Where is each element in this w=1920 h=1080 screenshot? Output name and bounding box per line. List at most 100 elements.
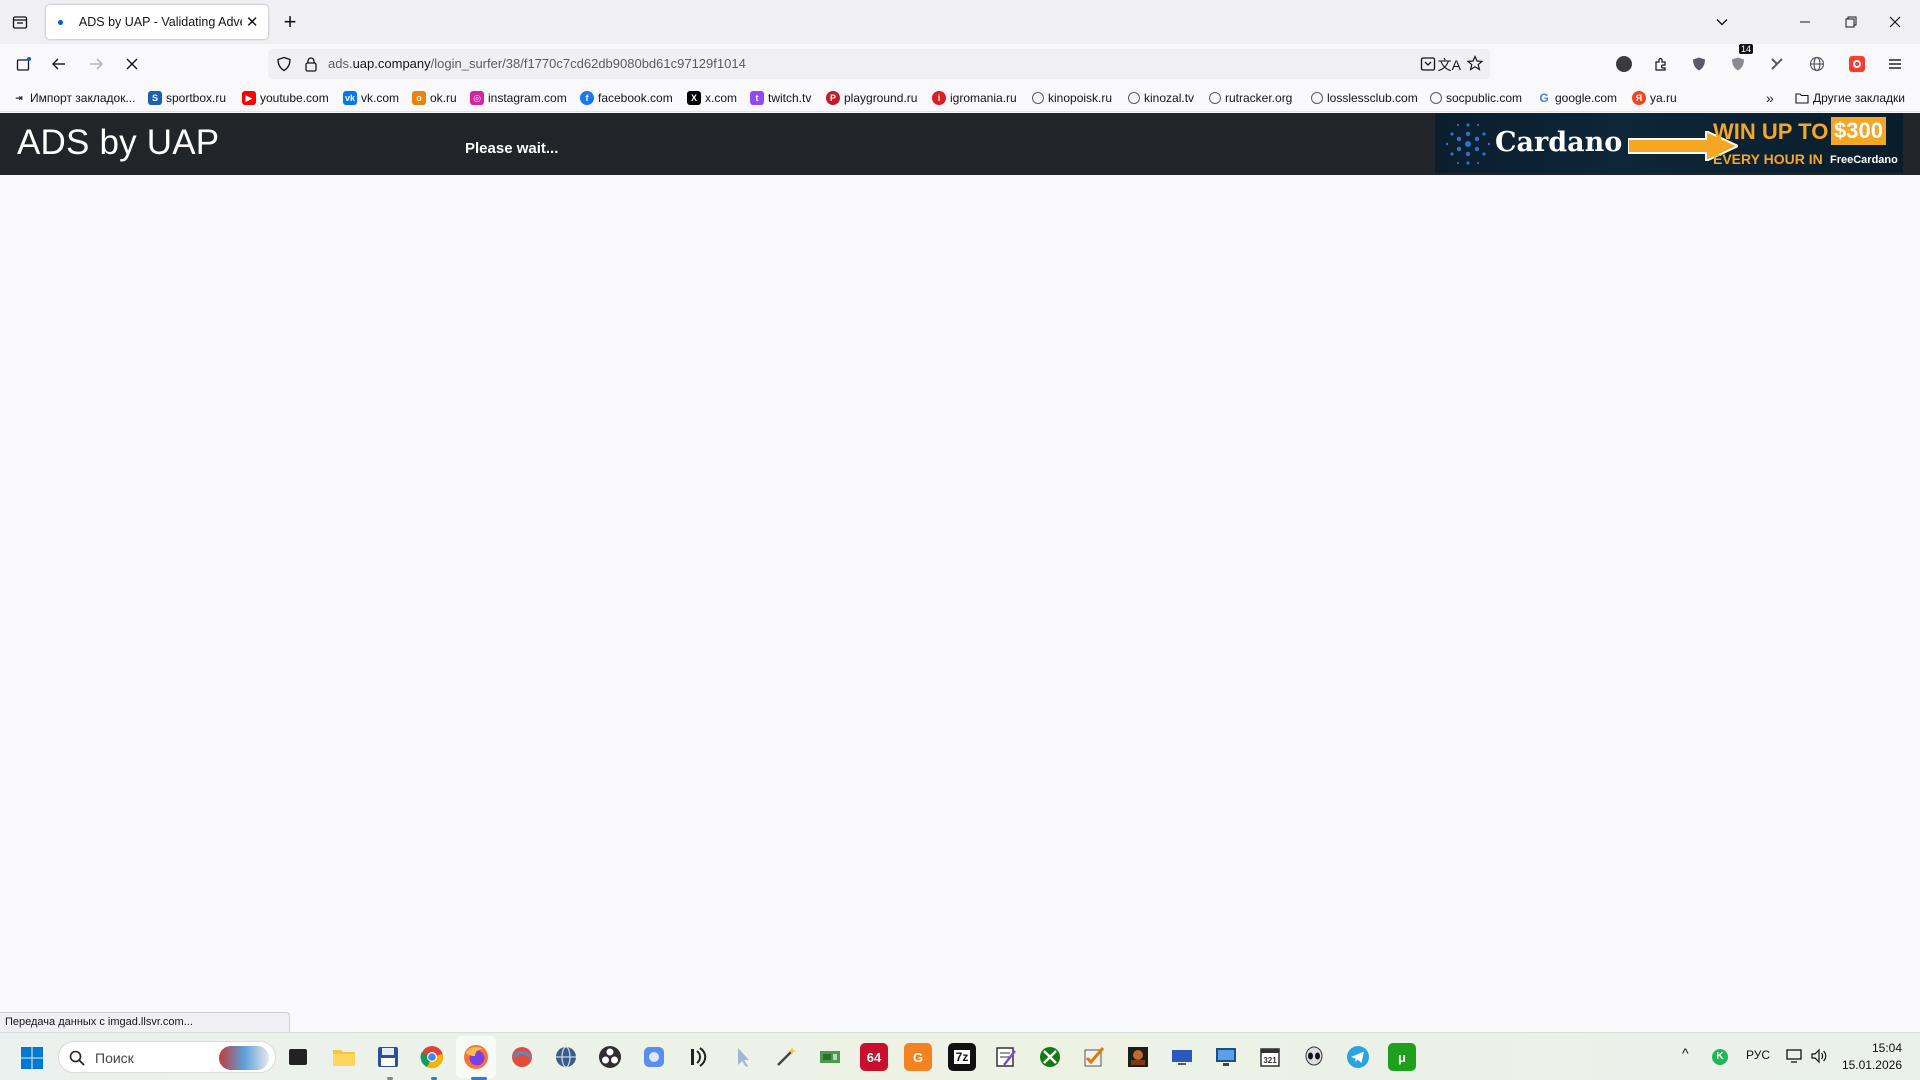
notepad-app-icon[interactable] (992, 1043, 1020, 1071)
tab-list-icon[interactable] (8, 10, 32, 34)
site-header: ADS by UAP Please wait... Cardano WIN UP… (0, 113, 1920, 175)
bookmark-twitch[interactable]: t twitch.tv (750, 89, 811, 107)
bookmark-igromania[interactable]: i igromania.ru (932, 89, 1017, 107)
site-brand[interactable]: ADS by UAP (17, 123, 219, 163)
volume-icon[interactable] (1810, 1048, 1828, 1067)
obs-icon[interactable] (596, 1043, 624, 1071)
bookmark-instagram[interactable]: ◎ instagram.com (470, 89, 567, 107)
extensions-puzzle-icon[interactable] (1650, 53, 1672, 75)
monitor-app-icon[interactable] (1168, 1043, 1196, 1071)
other-bookmarks-folder[interactable]: Другие закладки (1795, 89, 1905, 107)
url-text[interactable]: ads.uap.company/login_surfer/38/f1770c7c… (328, 56, 746, 71)
globe-icon (1311, 92, 1323, 104)
list-all-tabs-icon[interactable] (1697, 0, 1747, 44)
bookmark-youtube[interactable]: ▶ youtube.com (242, 89, 329, 107)
stop-loading-button[interactable] (120, 52, 144, 76)
red-extension-icon[interactable] (1846, 53, 1868, 75)
forward-button[interactable] (84, 52, 108, 76)
system-clock[interactable]: 15:04 15.01.2026 (1842, 1040, 1902, 1074)
bookmark-rutracker[interactable]: rutracker.org (1209, 89, 1292, 107)
windows-taskbar: Поиск 64 G 7z 321 μ ^ K РУС 15:04 15.01.… (0, 1032, 1920, 1080)
save-to-pocket-icon[interactable] (1420, 56, 1436, 77)
cardano-ad-banner[interactable]: Cardano WIN UP TO $300 EVERY HOUR IN Fre… (1435, 113, 1903, 173)
close-window-button[interactable] (1870, 0, 1920, 44)
task-view-icon[interactable] (284, 1043, 312, 1071)
save-app-icon[interactable] (374, 1043, 402, 1071)
tools-extension-icon[interactable] (1766, 53, 1788, 75)
taskbar-search-box[interactable]: Поиск (58, 1041, 276, 1073)
bookmark-google[interactable]: Ggoogle.com (1537, 89, 1617, 107)
globe-app-icon[interactable] (552, 1043, 580, 1071)
vpn-globe-icon[interactable] (1806, 53, 1828, 75)
lock-icon[interactable] (304, 56, 318, 77)
bookmark-label: google.com (1555, 91, 1618, 105)
kaspersky-tray-icon[interactable]: K (1712, 1048, 1728, 1065)
bookmark-star-icon[interactable] (1466, 55, 1484, 76)
remote-desktop-icon[interactable] (1212, 1043, 1240, 1071)
close-tab-icon[interactable]: ✕ (244, 13, 260, 31)
sidebar-toggle-icon[interactable] (12, 52, 36, 76)
bookmark-yandex[interactable]: Яya.ru (1632, 89, 1677, 107)
tray-overflow-chevron-icon[interactable]: ^ (1682, 1045, 1689, 1061)
audio-app-icon[interactable] (684, 1043, 712, 1071)
network-icon[interactable] (1786, 1048, 1804, 1067)
calendar-app-icon[interactable]: 321 (1256, 1043, 1284, 1071)
telegram-icon[interactable] (1344, 1043, 1372, 1071)
banner-headline: WIN UP TO (1713, 119, 1829, 144)
7zip-icon[interactable]: 7z (948, 1043, 976, 1071)
bookmark-kinozal[interactable]: kinozal.tv (1128, 89, 1194, 107)
ok-icon: o (412, 91, 426, 105)
clock-time: 15:04 (1871, 1041, 1902, 1055)
back-button[interactable] (47, 52, 71, 76)
image-app-icon[interactable] (1124, 1043, 1152, 1071)
ublock-extension-icon[interactable]: 14 (1727, 44, 1754, 75)
blue-app-icon[interactable] (640, 1043, 668, 1071)
bookmark-ok[interactable]: o ok.ru (412, 89, 457, 107)
bookmark-facebook[interactable]: f facebook.com (580, 89, 673, 107)
chrome-icon[interactable] (418, 1043, 446, 1071)
app-menu-icon[interactable] (1884, 53, 1906, 75)
cursor-app-icon[interactable] (728, 1043, 756, 1071)
bookmark-kinopoisk[interactable]: kinopoisk.ru (1032, 89, 1112, 107)
restore-button[interactable] (1826, 0, 1876, 44)
translate-icon[interactable]: 文A (1438, 55, 1461, 75)
bookmark-sportbox[interactable]: Ssportbox.ru (148, 89, 226, 107)
orange-app-icon[interactable]: G (904, 1043, 932, 1071)
bookmark-x[interactable]: Xx.com (687, 89, 737, 107)
youtube-icon: ▶ (242, 91, 256, 105)
aida64-icon[interactable]: 64 (860, 1043, 888, 1071)
bookmark-label: igromania.ru (950, 91, 1017, 105)
bookmark-label: youtube.com (260, 91, 329, 105)
tracking-protection-icon[interactable] (276, 56, 292, 77)
firefox-icon[interactable] (462, 1043, 490, 1071)
bookmark-label: losslessclub.com (1327, 91, 1418, 105)
bookmark-label: twitch.tv (768, 91, 812, 105)
url-bar[interactable]: ads.uap.company/login_surfer/38/f1770c7c… (268, 49, 1490, 79)
bookmark-import[interactable]: ⇥ Импорт закладок... (12, 89, 135, 107)
shield-extension-icon[interactable] (1688, 53, 1710, 75)
file-explorer-icon[interactable] (330, 1043, 358, 1071)
bookmark-losslessclub[interactable]: losslessclub.com (1311, 89, 1418, 107)
gpu-app-icon[interactable] (816, 1043, 844, 1071)
xbox-icon[interactable] (1036, 1043, 1064, 1071)
extension-badge: 14 (1739, 44, 1754, 54)
tab-active[interactable]: ADS by UAP - Validating Advert ✕ (46, 5, 268, 39)
extension-avatar-icon[interactable] (1613, 53, 1635, 75)
twitch-icon: t (750, 91, 764, 105)
bookmark-label: playground.ru (844, 91, 918, 105)
clock-date: 15.01.2026 (1841, 1058, 1902, 1072)
bookmark-playground[interactable]: Pplayground.ru (826, 89, 917, 107)
minimize-button[interactable] (1780, 0, 1830, 44)
status-panel: Передача данных с imgad.llsvr.com... (0, 1012, 290, 1032)
bookmark-vk[interactable]: vk vk.com (343, 89, 399, 107)
windows-start-icon[interactable] (20, 1046, 44, 1070)
alien-app-icon[interactable] (1300, 1043, 1328, 1071)
more-bookmarks-chevron-icon[interactable]: » (1766, 89, 1774, 107)
red-app-icon[interactable] (508, 1043, 536, 1071)
bookmark-socpublic[interactable]: socpublic.com (1430, 89, 1522, 107)
keyboard-language[interactable]: РУС (1746, 1048, 1770, 1062)
utorrent-icon[interactable]: μ (1388, 1043, 1416, 1071)
new-tab-button[interactable]: + (278, 9, 302, 34)
magic-wand-icon[interactable] (772, 1043, 800, 1071)
checklist-app-icon[interactable] (1080, 1043, 1108, 1071)
